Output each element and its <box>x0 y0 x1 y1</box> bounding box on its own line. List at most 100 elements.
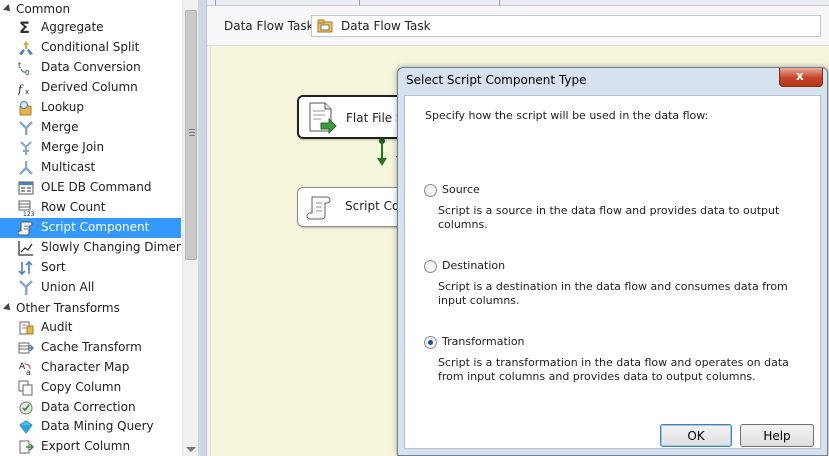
destination-option-description: Script is a destination in the data flow… <box>438 280 788 307</box>
toolbox-group-label: Other Transforms <box>16 301 120 315</box>
toolbox-item-label: Multicast <box>41 160 96 174</box>
destination-option-label[interactable]: Destination <box>442 259 505 272</box>
close-button[interactable]: x <box>779 68 823 87</box>
toolbox-item-label: Data Mining Query <box>41 419 154 433</box>
task-label: Data Flow Task: <box>224 19 318 33</box>
toolbox-item-script-component[interactable]: Script Component <box>0 218 181 238</box>
toolbox-item-cache-transform[interactable]: Cache Transform <box>0 338 181 358</box>
svg-text:A: A <box>19 362 26 372</box>
toolbox-group-common[interactable]: Common <box>0 0 182 20</box>
toolbox-item-row-count[interactable]: 123 Row Count <box>0 198 181 218</box>
toolbox-group-other-transforms[interactable]: Other Transforms <box>0 299 182 319</box>
toolbox-item-union-all[interactable]: Union All <box>0 278 181 298</box>
ole-db-command-icon <box>18 181 34 195</box>
toolbox-item-label: Derived Column <box>41 80 138 94</box>
toolbox-scrollbar[interactable] <box>182 0 199 456</box>
audit-icon <box>19 321 34 335</box>
collapse-caret-icon[interactable] <box>3 303 13 313</box>
toolbox-item-label: Export Column <box>41 439 131 453</box>
toolbox-item-label: Sort <box>41 260 66 274</box>
flat-file-source-icon <box>309 102 337 135</box>
task-select-value: Data Flow Task <box>341 19 431 33</box>
toolbox-item-label: Character Map <box>41 360 130 374</box>
svg-text:t: t <box>18 61 21 70</box>
conditional-split-icon <box>19 41 33 55</box>
toolbox-item-label: OLE DB Command <box>41 180 152 194</box>
svg-text:a: a <box>26 368 31 376</box>
toolbox-item-multicast[interactable]: Multicast <box>0 158 181 178</box>
slowly-changing-dimension-icon <box>18 241 33 256</box>
toolbox-item-label: Copy Column <box>41 380 122 394</box>
help-button[interactable]: Help <box>740 424 814 447</box>
toolbox-item-label: Slowly Changing Dimen... <box>41 240 181 254</box>
toolbox-item-merge-join[interactable]: Merge Join <box>0 138 181 158</box>
toolbox-item-audit[interactable]: Audit <box>0 318 181 338</box>
toolbox-item-data-conversion[interactable]: t0 Data Conversion <box>0 58 181 78</box>
toolbox-item-label: Data Correction <box>41 400 136 414</box>
toolbox-item-merge[interactable]: Merge <box>0 118 181 138</box>
character-map-icon: Aa <box>19 362 31 376</box>
sort-icon <box>18 260 33 276</box>
toolbox-item-ole-db-command[interactable]: OLE DB Command <box>0 178 181 198</box>
source-radio[interactable] <box>424 184 437 197</box>
toolbox-item-conditional-split[interactable]: Conditional Split <box>0 38 181 58</box>
toolbox-item-label: Data Conversion <box>41 60 141 74</box>
select-script-component-type-dialog: Select Script Component Type x Specify h… <box>397 67 828 456</box>
transformation-option-description: Script is a transformation in the data f… <box>438 356 789 383</box>
toolbox-item-label: Merge <box>41 120 79 134</box>
sigma-icon: Σ <box>19 18 30 37</box>
source-option-label[interactable]: Source <box>442 183 480 196</box>
toolbox-item-label: Lookup <box>41 100 84 114</box>
toolbox-item-label: Row Count <box>41 200 106 214</box>
toolbox-item-character-map[interactable]: Aa Character Map <box>0 358 181 378</box>
script-scroll-icon <box>306 196 331 220</box>
toolbox-item-copy-column[interactable]: Copy Column <box>0 378 181 398</box>
toolbox-item-aggregate[interactable]: Σ Aggregate <box>0 18 181 38</box>
dialog-body: Specify how the script will be used in t… <box>404 95 821 449</box>
lookup-icon <box>19 101 32 116</box>
merge-icon <box>19 121 33 135</box>
toolbox-item-label: Audit <box>41 320 73 334</box>
svg-text:123: 123 <box>23 211 34 216</box>
derived-column-icon: fx <box>18 83 29 96</box>
sidebar-toolbox: Common Σ Aggregate Conditional Split t0 … <box>0 0 182 456</box>
cache-transform-icon <box>18 342 34 354</box>
destination-radio[interactable] <box>424 260 437 273</box>
transformation-option-label[interactable]: Transformation <box>442 335 525 348</box>
toolbox-item-slowly-changing-dimension[interactable]: Slowly Changing Dimen... <box>0 238 181 258</box>
toolbox-item-data-mining-query[interactable]: Data Mining Query <box>0 417 181 437</box>
toolbox-item-export-column[interactable]: Export Column <box>0 437 181 456</box>
toolbox-item-derived-column[interactable]: fx Derived Column <box>0 78 181 98</box>
collapse-caret-icon[interactable] <box>3 4 13 14</box>
dialog-title: Select Script Component Type <box>406 73 587 87</box>
data-correction-icon <box>19 401 33 415</box>
toolbox-item-label: Union All <box>41 280 95 294</box>
scroll-down-arrow-icon[interactable] <box>186 447 196 452</box>
scrollbar-thumb[interactable] <box>185 10 197 260</box>
toolbox-item-lookup[interactable]: Lookup <box>0 98 181 118</box>
data-conversion-icon: t0 <box>18 61 29 76</box>
toolbox-item-label: Aggregate <box>41 20 104 34</box>
data-flow-task-select[interactable]: Data Flow Task <box>311 15 821 37</box>
close-icon: x <box>796 69 804 83</box>
toolbox-item-label: Script Component <box>41 220 150 234</box>
ok-button[interactable]: OK <box>660 424 732 447</box>
task-selector-bar: Data Flow Task: Data Flow Task <box>207 6 829 46</box>
union-all-icon <box>19 280 33 295</box>
source-option-description: Script is a source in the data flow and … <box>438 204 780 231</box>
row-count-icon: 123 <box>18 200 34 216</box>
dialog-instruction: Specify how the script will be used in t… <box>425 109 709 122</box>
svg-text:f: f <box>18 83 24 96</box>
data-mining-query-icon <box>19 420 33 434</box>
toolbox-item-data-correction[interactable]: Data Correction <box>0 398 181 418</box>
panel-splitter[interactable] <box>199 0 207 456</box>
merge-join-icon <box>20 141 32 155</box>
toolbox-group-label: Common <box>16 2 71 16</box>
toolbox-item-label: Cache Transform <box>41 340 142 354</box>
data-flow-task-icon <box>317 19 333 33</box>
script-component-icon <box>18 221 33 236</box>
toolbox-item-sort[interactable]: Sort <box>0 258 181 278</box>
toolbox-item-label: Conditional Split <box>41 40 140 54</box>
copy-column-icon <box>18 380 33 396</box>
transformation-radio[interactable] <box>424 336 437 349</box>
